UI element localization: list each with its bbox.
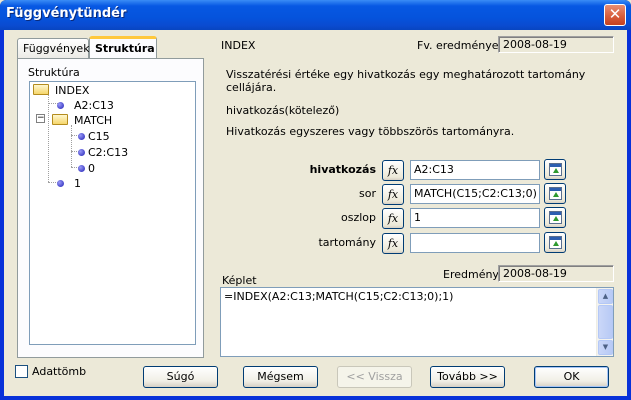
argument-input-reference[interactable]: A2:C13 <box>410 160 540 180</box>
result-field: 2008-08-19 <box>498 265 614 282</box>
tree-item-c15[interactable]: C15 <box>88 130 110 143</box>
dialog-client-area: Függvények Struktúra Struktúra INDEX A2:… <box>4 30 627 396</box>
help-button[interactable]: Súgó <box>143 366 218 388</box>
function-name: INDEX <box>221 39 256 52</box>
structure-tree[interactable]: INDEX A2:C13 − MATCH C15 C2:C13 0 1 <box>29 81 196 345</box>
tree-item-index[interactable]: INDEX <box>55 84 89 97</box>
collapse-icon[interactable]: − <box>36 114 45 123</box>
array-checkbox-label[interactable]: Adattömb <box>32 365 86 378</box>
argument-label-range: tartomány <box>318 236 376 249</box>
folder-open-icon <box>52 114 68 125</box>
scroll-up-icon[interactable]: ▲ <box>598 289 613 304</box>
argument-dot-icon <box>57 102 64 109</box>
formula-editor[interactable]: =INDEX(A2:C13;MATCH(C15;C2:C13;0);1) ▲ ▼ <box>220 287 614 357</box>
argument-input-range[interactable] <box>410 233 540 253</box>
next-button[interactable]: Tovább >> <box>430 366 505 388</box>
argument-dot-icon <box>78 133 85 140</box>
parameter-title: hivatkozás(kötelező) <box>226 104 340 117</box>
scroll-thumb[interactable] <box>598 305 613 339</box>
title-bar[interactable]: Függvénytündér ✕ <box>0 0 631 30</box>
tree-line <box>48 94 49 182</box>
tab-functions[interactable]: Függvények <box>17 38 90 58</box>
array-checkbox[interactable] <box>15 365 28 378</box>
function-result-label: Fv. eredménye: <box>417 39 503 52</box>
parameter-description: Hivatkozás egyszeres vagy többszörös tar… <box>226 125 515 138</box>
tab-structure[interactable]: Struktúra <box>89 36 157 59</box>
window-title: Függvénytündér <box>6 6 127 21</box>
shrink-icon[interactable] <box>544 232 566 253</box>
argument-input-row[interactable]: MATCH(C15;C2:C13;0) <box>410 184 540 204</box>
window-frame-bottom <box>0 396 631 400</box>
tree-item-c2-c13[interactable]: C2:C13 <box>88 146 128 159</box>
tree-line <box>71 125 72 167</box>
argument-input-column[interactable]: 1 <box>410 208 540 228</box>
window-frame-right <box>627 30 631 400</box>
ok-button[interactable]: OK <box>534 366 609 388</box>
function-result-field: 2008-08-19 <box>498 36 614 53</box>
argument-label-column: oszlop <box>340 211 376 224</box>
fx-icon[interactable]: fx <box>382 233 404 254</box>
close-button[interactable]: ✕ <box>604 4 626 26</box>
formula-text: =INDEX(A2:C13;MATCH(C15;C2:C13;0);1) <box>224 290 454 303</box>
shrink-icon[interactable] <box>544 159 566 180</box>
structure-tab-panel: Struktúra INDEX A2:C13 − MATCH C15 C2:C1… <box>17 58 204 358</box>
fx-icon[interactable]: fx <box>382 208 404 229</box>
formula-scrollbar[interactable]: ▲ ▼ <box>596 288 613 356</box>
folder-open-icon <box>33 84 49 95</box>
argument-label-row: sor <box>359 187 376 200</box>
result-label: Eredmény <box>443 268 499 281</box>
structure-label: Struktúra <box>28 66 80 79</box>
fx-icon[interactable]: fx <box>382 160 404 181</box>
tree-item-zero[interactable]: 0 <box>88 162 95 175</box>
back-button[interactable]: << Vissza <box>337 366 412 388</box>
cancel-button[interactable]: Mégsem <box>243 366 318 388</box>
argument-dot-icon <box>78 149 85 156</box>
function-wizard-window: Függvénytündér ✕ Függvények Struktúra St… <box>0 0 631 400</box>
function-description: Visszatérési értéke egy hivatkozás egy m… <box>226 68 586 94</box>
tree-item-one[interactable]: 1 <box>74 177 81 190</box>
shrink-icon[interactable] <box>544 207 566 228</box>
argument-dot-icon <box>78 165 85 172</box>
argument-dot-icon <box>57 180 64 187</box>
scroll-down-icon[interactable]: ▼ <box>598 340 613 355</box>
formula-label: Képlet <box>222 274 257 287</box>
fx-icon[interactable]: fx <box>382 184 404 205</box>
tree-item-match[interactable]: MATCH <box>74 114 112 127</box>
argument-label-reference: hivatkozás <box>309 163 376 176</box>
tree-item-a2-c13[interactable]: A2:C13 <box>74 99 114 112</box>
shrink-icon[interactable] <box>544 183 566 204</box>
